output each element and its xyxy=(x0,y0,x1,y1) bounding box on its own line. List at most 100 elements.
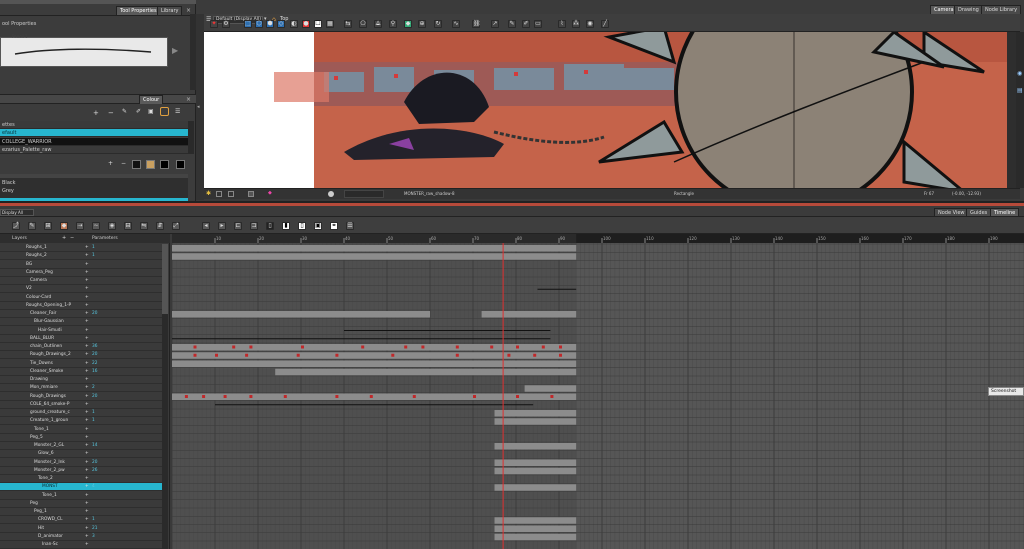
palette-scrollbar[interactable] xyxy=(188,121,194,154)
menu-icon[interactable]: ☰ xyxy=(175,108,180,115)
brush-tool-icon[interactable]: ✐ xyxy=(522,20,530,28)
expand-params-icon[interactable]: + xyxy=(85,302,89,309)
contour-icon[interactable]: ⬡ xyxy=(255,20,263,28)
paint-status-icon[interactable]: ◆ xyxy=(268,190,272,196)
zoom-field[interactable] xyxy=(344,190,384,198)
layer-row[interactable]: Peg_5 + xyxy=(0,434,162,442)
layer-row[interactable]: Peg + xyxy=(0,500,162,508)
paint-icon[interactable]: ◉ xyxy=(586,20,594,28)
expand-params-icon[interactable]: + xyxy=(85,483,89,490)
color-mode-icon[interactable] xyxy=(160,107,169,116)
chevron-right-icon[interactable]: ▶ xyxy=(172,46,178,55)
layer-row[interactable]: Tone_2 + xyxy=(0,475,162,483)
ease-icon[interactable]: ∼ xyxy=(92,222,100,230)
layer-row[interactable]: Roughs_1 +1 xyxy=(0,244,162,252)
transform-icon[interactable]: ✦ xyxy=(210,20,218,28)
tab-library[interactable]: Library xyxy=(157,6,183,15)
onion-after-icon[interactable]: ▯ xyxy=(298,222,306,230)
tab-colour[interactable]: Colour xyxy=(139,95,164,104)
layer-row[interactable]: Colour-Card + xyxy=(0,294,162,302)
layer-props-icon[interactable]: ☰ xyxy=(346,222,354,230)
lock-icon[interactable]: ▣ xyxy=(148,108,154,115)
wave-icon[interactable]: ∿ xyxy=(452,20,460,28)
arrow-icon[interactable]: ↗ xyxy=(491,20,499,28)
layer-row[interactable]: ground_creature_c +1 xyxy=(0,409,162,417)
layer-row[interactable]: Camera + xyxy=(0,277,162,285)
onion-toggle-icon[interactable]: ▮ xyxy=(282,222,290,230)
expand-params-icon[interactable]: + xyxy=(85,450,89,457)
onion-skin-icon[interactable]: ◐ xyxy=(290,20,298,28)
prev-frame-icon[interactable]: ◂ xyxy=(202,222,210,230)
expand-params-icon[interactable]: + xyxy=(85,467,89,474)
link-layers-icon[interactable]: ⚭ xyxy=(330,222,338,230)
bone-icon[interactable]: ⚲ xyxy=(389,20,397,28)
grid-toggle-icon[interactable] xyxy=(248,191,254,197)
color-icon[interactable]: ◆ xyxy=(404,20,412,28)
palette-row[interactable]: ettes xyxy=(0,121,188,129)
layer-row[interactable]: Roughs_Opening_1-P + xyxy=(0,302,162,310)
palette-row[interactable]: COLLEGE_WARRIOR xyxy=(0,138,188,146)
eraser-icon[interactable]: ▭ xyxy=(534,20,542,28)
layer-row[interactable]: Inan-Sc + xyxy=(0,541,162,549)
cutter-icon[interactable]: ⬢ xyxy=(266,20,274,28)
pencil-icon[interactable]: ✎ xyxy=(508,20,516,28)
constant-icon[interactable]: ⊟ xyxy=(124,222,132,230)
layer-row[interactable]: CROWD_CL +1 xyxy=(0,516,162,525)
frame-ruler[interactable]: 10 20 30 40 50 60 70 80 90 100 110 120 130 140 150 160 1… xyxy=(172,234,1024,243)
remove-layer-icon[interactable]: − xyxy=(70,235,74,241)
bulb-icon[interactable]: ✱ xyxy=(206,190,211,197)
add-color-icon[interactable]: + xyxy=(108,160,113,167)
ink-icon[interactable]: ⁂ xyxy=(572,20,580,28)
flip-h-icon[interactable]: ⇋ xyxy=(140,222,148,230)
close-icon[interactable]: × xyxy=(186,96,191,103)
expand-params-icon[interactable]: + xyxy=(85,277,89,284)
expand-params-icon[interactable]: + xyxy=(85,442,89,449)
color-toggle-icon[interactable] xyxy=(328,191,334,197)
layer-row[interactable]: Hair-Smudi + xyxy=(0,327,162,335)
expand-params-icon[interactable]: + xyxy=(85,492,89,499)
expand-params-icon[interactable]: + xyxy=(85,351,89,358)
layers-scrollbar[interactable] xyxy=(162,244,168,549)
expand-params-icon[interactable]: + xyxy=(85,516,89,523)
expand-params-icon[interactable]: + xyxy=(85,409,89,416)
expand-params-icon[interactable]: + xyxy=(85,376,89,383)
timeline-display-select[interactable]: Display All xyxy=(0,209,34,216)
layer-row[interactable]: Rough_Drawings +20 xyxy=(0,393,162,401)
expand-params-icon[interactable]: + xyxy=(85,417,89,424)
layer-row[interactable]: Drawing + xyxy=(0,376,162,384)
layer-row[interactable]: Mon_mmiare +2 xyxy=(0,384,162,393)
link-icon[interactable]: ⛓ xyxy=(472,20,481,28)
flip-icon[interactable]: ⇆ xyxy=(344,20,352,28)
expand-params-icon[interactable]: + xyxy=(85,533,89,540)
expand-params-icon[interactable]: + xyxy=(85,434,89,441)
layer-row[interactable]: Glow_6 + xyxy=(0,450,162,459)
layer-row[interactable]: COLE_64_smoke-P + xyxy=(0,401,162,409)
expand-params-icon[interactable]: + xyxy=(85,459,89,466)
layer-row[interactable]: BALL_BLUR + xyxy=(0,335,162,343)
expand-params-icon[interactable]: + xyxy=(85,368,89,375)
add-layer-icon[interactable]: + xyxy=(62,235,66,241)
tab-tool-properties[interactable]: Tool Properties xyxy=(116,6,161,15)
insert-frame-icon[interactable]: ⊏ xyxy=(234,222,242,230)
expand-params-icon[interactable]: + xyxy=(85,508,89,515)
motion-icon[interactable]: ⇢ xyxy=(76,222,84,230)
add-drawing-icon[interactable]: ✎ xyxy=(28,222,36,230)
timeline-grid[interactable] xyxy=(172,234,1024,549)
add-peg-icon[interactable]: ⊞ xyxy=(44,222,52,230)
layer-row[interactable]: Camera_Peg + xyxy=(0,269,162,277)
peg-icon[interactable]: ⎔ xyxy=(359,20,367,28)
swatch-black[interactable] xyxy=(132,160,141,169)
expand-params-icon[interactable]: + xyxy=(85,360,89,367)
layer-row[interactable]: Monster_2_pw +26 xyxy=(0,467,162,475)
collapse-icon[interactable]: ◂ xyxy=(197,104,200,110)
expand-params-icon[interactable]: + xyxy=(85,294,89,301)
swatch-black[interactable] xyxy=(176,160,185,169)
expand-params-icon[interactable]: + xyxy=(85,343,89,350)
brush-preview[interactable] xyxy=(0,37,168,67)
layer-row[interactable]: Tie_Downs +22 xyxy=(0,360,162,368)
next-frame-icon[interactable]: ▸ xyxy=(218,222,226,230)
layer-row[interactable]: Monster_2_GL +14 xyxy=(0,442,162,450)
expand-icon[interactable]: ⤢ xyxy=(172,222,180,230)
expand-params-icon[interactable]: + xyxy=(85,335,89,342)
zoom-icon[interactable]: ⊕ xyxy=(418,20,426,28)
